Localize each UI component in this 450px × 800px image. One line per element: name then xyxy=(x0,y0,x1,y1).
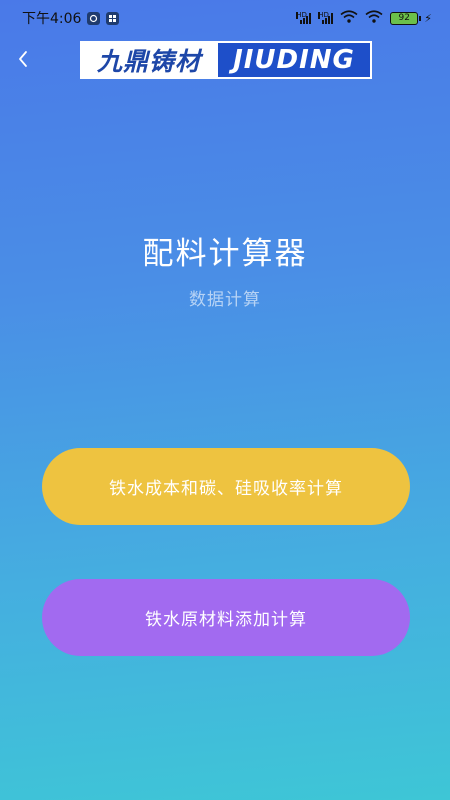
status-bar: 下午4:06 HD HD 92 ⚡ xyxy=(0,0,450,36)
page-title: 配料计算器 xyxy=(142,236,308,272)
chevron-left-icon xyxy=(17,50,29,72)
status-left: 下午4:06 xyxy=(22,8,120,28)
logo-english-text: JIUDING xyxy=(218,41,372,79)
status-time: 下午4:06 xyxy=(22,11,82,27)
page-subtitle: 数据计算 xyxy=(189,290,261,310)
wifi-icon-2 xyxy=(365,9,383,27)
brand-logo: 九鼎铸材 JIUDING xyxy=(80,41,372,79)
notification-grid-icon xyxy=(106,11,120,25)
raw-material-addition-button[interactable]: 铁水原材料添加计算 xyxy=(42,579,410,656)
iron-cost-absorption-button[interactable]: 铁水成本和碳、硅吸收率计算 xyxy=(42,448,410,525)
logo-chinese-text: 九鼎铸材 xyxy=(80,41,218,79)
notification-app-icon xyxy=(87,11,101,25)
back-button[interactable] xyxy=(10,46,36,76)
signal-icon: HD xyxy=(296,12,312,24)
charging-icon: ⚡ xyxy=(424,11,432,25)
battery-level: 92 xyxy=(390,11,419,25)
signal-icon-2: HD xyxy=(318,12,334,24)
battery-icon: 92 ⚡ xyxy=(390,11,432,25)
header: 九鼎铸材 JIUDING xyxy=(0,38,450,84)
status-right: HD HD 92 ⚡ xyxy=(296,9,432,27)
wifi-icon xyxy=(340,9,358,27)
